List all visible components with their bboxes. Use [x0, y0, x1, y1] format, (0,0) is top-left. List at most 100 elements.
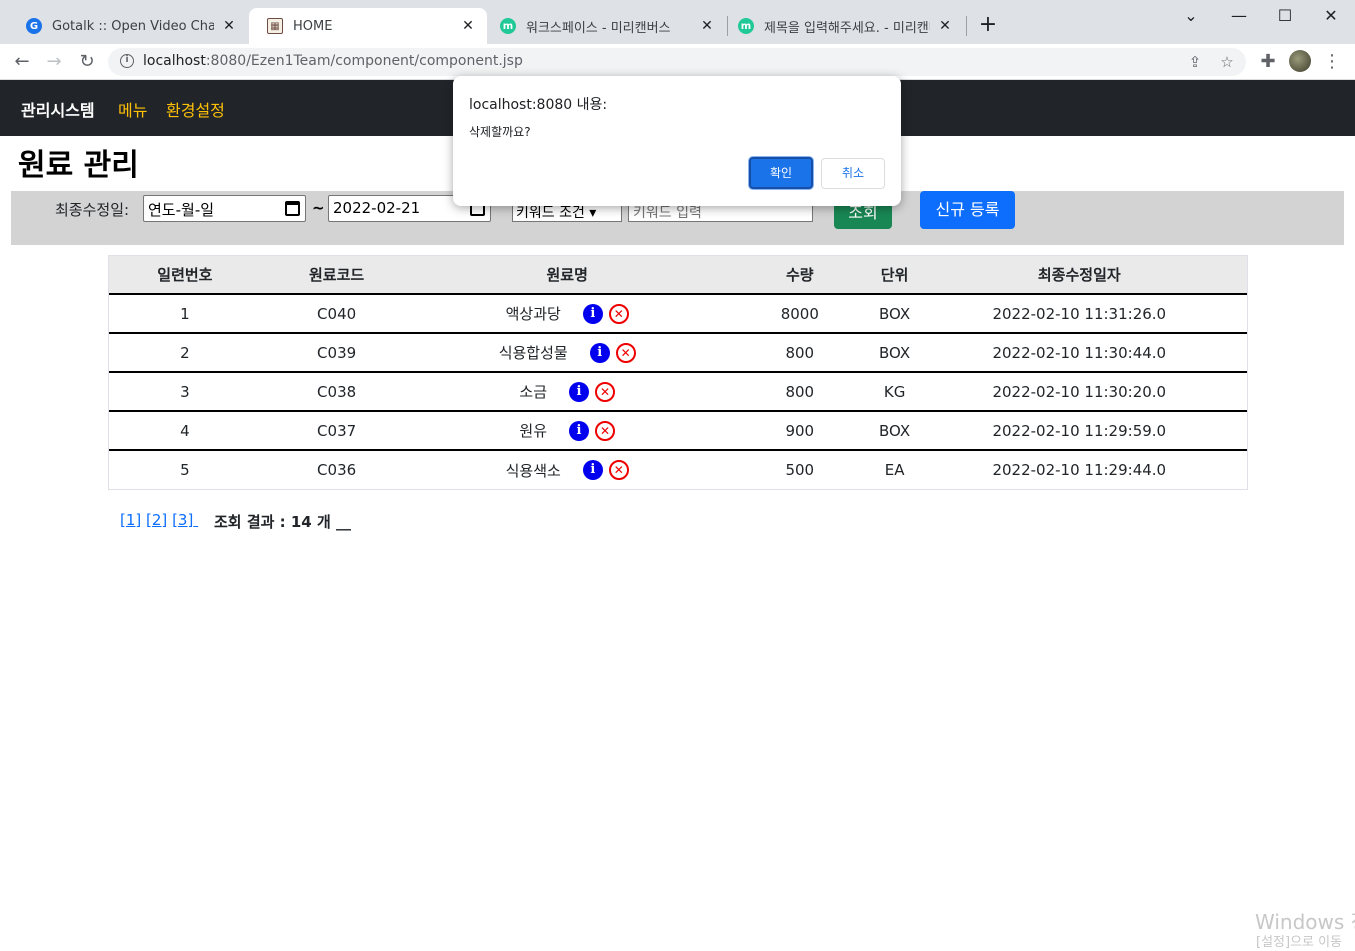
material-name: 식용색소	[505, 461, 561, 480]
tab-title: 제목을 입력해주세요. - 미리캔버	[764, 20, 930, 36]
info-icon[interactable]: i	[582, 303, 603, 324]
header-serial: 일련번호	[157, 266, 213, 284]
table-row[interactable]: 4 C037 원유 i ✕ 900 BOX 2022-02-10 11:29:59.…	[109, 412, 1247, 451]
cell-name: 식용합성물 i ✕	[412, 334, 721, 371]
result-count: 조회 결과 : 14 개 __	[214, 513, 351, 531]
page-title: 원료 관리	[18, 148, 139, 183]
cell-name: 액상과당 i ✕	[412, 295, 721, 332]
cell-code: C037	[317, 421, 357, 440]
material-name: 식용합성물	[498, 344, 568, 362]
delete-icon[interactable]: ✕	[595, 420, 615, 441]
date-range-separator: ~	[312, 199, 325, 217]
table-row[interactable]: 5 C036 식용색소 i ✕ 500 EA 2022-02-10 11:29:44…	[109, 451, 1247, 489]
info-icon[interactable]: i	[589, 342, 610, 363]
cell-modified: 2022-02-10 11:31:26.0	[992, 304, 1167, 323]
pagination: [1] [2] [3]	[120, 511, 198, 529]
screen: G Gotalk :: Open Video Chat ✕ ▦ HOME ✕ m…	[0, 0, 1355, 951]
table-header: 일련번호 원료코드 원료명 수량 단위 최종수정일자	[109, 256, 1247, 295]
gotalk-icon: G	[26, 18, 42, 34]
table-row[interactable]: 1 C040 액상과당 i ✕ 8000 BOX 2022-02-10 11:31:…	[109, 295, 1247, 334]
cell-serial: 1	[180, 304, 190, 323]
nav-link-settings[interactable]: 환경설정	[166, 97, 225, 121]
table-row[interactable]: 3 C038 소금 i ✕ 800 KG 2022-02-10 11:30:20.0	[109, 373, 1247, 412]
cell-serial: 3	[180, 382, 190, 401]
navbar-brand[interactable]: 관리시스템	[21, 97, 95, 121]
site-info-icon[interactable]: i	[120, 54, 134, 68]
close-icon[interactable]: ✕	[459, 17, 477, 35]
tab-miricanvas-design[interactable]: m 제목을 입력해주세요. - 미리캔버 ✕	[720, 8, 964, 44]
materials-table: 일련번호 원료코드 원료명 수량 단위 최종수정일자 1 C040 액상과당 i ✕…	[108, 255, 1248, 490]
tab-search-icon[interactable]: ⌄	[1168, 4, 1214, 28]
browser-toolbar: ← → ↻ i localhost:8080/Ezen1Team/compone…	[0, 44, 1355, 80]
new-tab-button[interactable]: +	[976, 14, 1000, 38]
info-icon[interactable]: i	[582, 460, 603, 480]
nav-link-menu[interactable]: 메뉴	[118, 97, 147, 121]
material-name: 원유	[519, 422, 547, 440]
windows-activation-subtext: [설정]으로 이동	[1256, 935, 1343, 950]
address-bar[interactable]: i localhost:8080/Ezen1Team/component/com…	[108, 48, 1246, 76]
url-path: :8080/Ezen1Team/component/component.jsp	[205, 53, 523, 69]
select-value: 키워드 조건	[516, 205, 585, 221]
share-icon[interactable]: ⇪	[1184, 51, 1206, 73]
cell-quantity: 800	[785, 343, 815, 362]
browser-tabstrip: G Gotalk :: Open Video Chat ✕ ▦ HOME ✕ m…	[0, 0, 1355, 44]
header-modified: 최종수정일자	[1037, 266, 1121, 284]
delete-icon[interactable]: ✕	[595, 381, 615, 402]
image-icon: ▦	[267, 18, 283, 34]
cell-name: 원유 i ✕	[412, 412, 721, 449]
cell-modified: 2022-02-10 11:29:59.0	[992, 421, 1167, 440]
reload-icon[interactable]: ↻	[75, 50, 99, 74]
cell-code: C039	[317, 343, 357, 362]
cell-quantity: 8000	[780, 304, 819, 323]
page-link-1[interactable]: [1]	[120, 511, 141, 529]
close-icon[interactable]: ✕	[698, 17, 716, 35]
url-host: localhost	[143, 53, 206, 69]
delete-icon[interactable]: ✕	[608, 303, 629, 324]
confirm-dialog: localhost:8080 내용: 삭제할까요? 확인 취소	[453, 76, 901, 206]
tab-title: Gotalk :: Open Video Chat	[52, 18, 214, 34]
cell-unit: BOX	[879, 304, 911, 323]
info-icon[interactable]: i	[569, 381, 589, 402]
last-modified-label: 최종수정일:	[55, 201, 130, 219]
cell-modified: 2022-02-10 11:29:44.0	[992, 461, 1167, 479]
cell-unit: BOX	[879, 421, 911, 440]
maximize-button[interactable]: ☐	[1262, 4, 1308, 28]
confirm-ok-button[interactable]: 확인	[749, 157, 813, 189]
tab-gotalk[interactable]: G Gotalk :: Open Video Chat ✕	[8, 8, 248, 44]
cell-name: 식용색소 i ✕	[412, 451, 721, 489]
header-unit: 단위	[880, 266, 909, 284]
dialog-message: 삭제할까요?	[469, 125, 531, 139]
close-window-button[interactable]: ✕	[1308, 4, 1354, 28]
date-from-input[interactable]: 연도-월-일	[143, 195, 306, 222]
bookmark-star-icon[interactable]: ☆	[1216, 51, 1238, 73]
profile-avatar[interactable]	[1289, 50, 1311, 72]
cell-unit: EA	[884, 461, 905, 479]
delete-icon[interactable]: ✕	[608, 460, 629, 480]
confirm-cancel-button[interactable]: 취소	[821, 158, 885, 189]
cell-serial: 4	[180, 421, 190, 440]
new-register-button[interactable]: 신규 등록	[920, 191, 1015, 229]
forward-icon[interactable]: →	[42, 50, 66, 74]
miricanvas-icon: m	[500, 18, 516, 34]
info-icon[interactable]: i	[569, 420, 589, 441]
tab-home[interactable]: ▦ HOME ✕	[249, 8, 487, 44]
cell-modified: 2022-02-10 11:30:44.0	[992, 343, 1167, 362]
delete-icon[interactable]: ✕	[615, 342, 636, 363]
cell-name: 소금 i ✕	[412, 373, 721, 410]
dialog-title: localhost:8080 내용:	[469, 97, 608, 113]
tab-title: HOME	[293, 18, 333, 34]
tab-separator	[966, 16, 967, 36]
header-quantity: 수량	[785, 266, 814, 284]
calendar-icon[interactable]	[285, 201, 300, 216]
close-icon[interactable]: ✕	[936, 17, 954, 35]
minimize-button[interactable]: —	[1216, 4, 1262, 28]
page-link-3[interactable]: [3]	[172, 511, 193, 529]
page-link-2[interactable]: [2]	[146, 511, 167, 529]
table-row[interactable]: 2 C039 식용합성물 i ✕ 800 BOX 2022-02-10 11:30:…	[109, 334, 1247, 373]
back-icon[interactable]: ←	[10, 50, 34, 74]
close-icon[interactable]: ✕	[220, 17, 238, 35]
extensions-icon[interactable]: ✚	[1256, 50, 1280, 74]
menu-kebab-icon[interactable]: ⋮	[1320, 50, 1344, 74]
miricanvas-icon: m	[738, 18, 754, 34]
tab-miricanvas-workspace[interactable]: m 워크스페이스 - 미리캔버스 ✕	[482, 8, 726, 44]
